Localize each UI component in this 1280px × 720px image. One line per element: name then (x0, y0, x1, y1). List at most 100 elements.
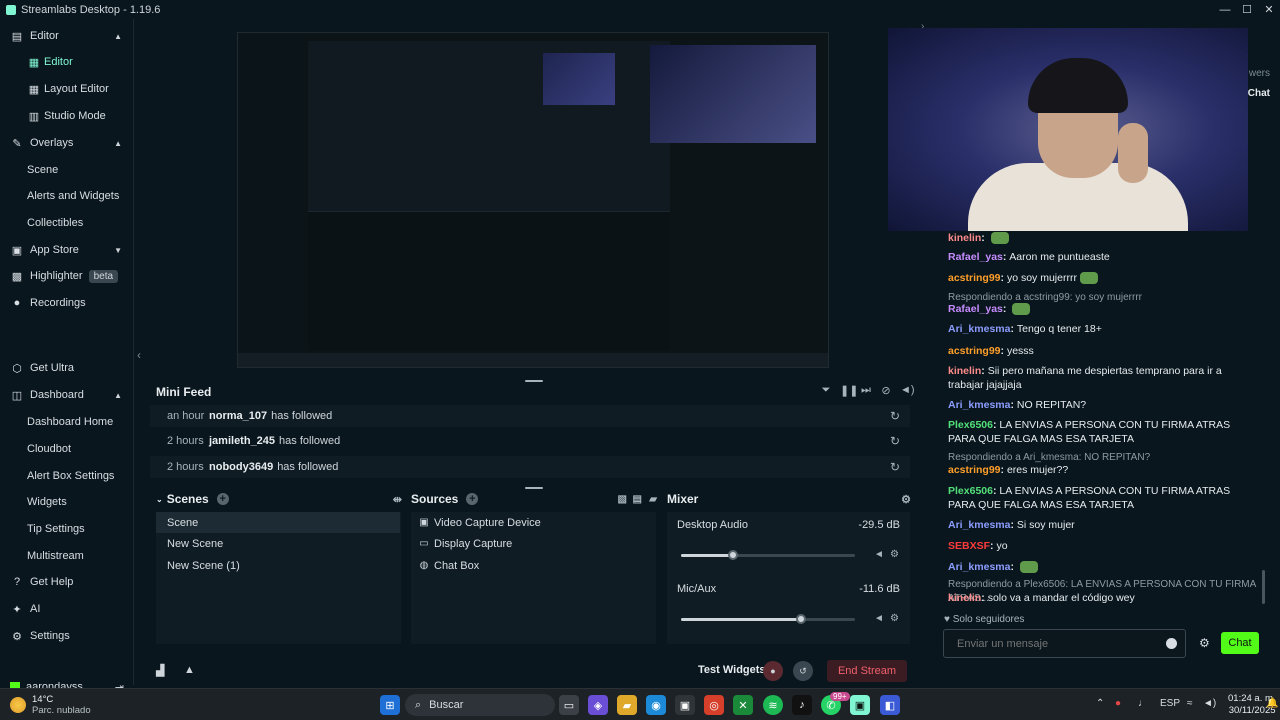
tiktok-icon[interactable]: ♪ (792, 695, 812, 715)
task-view-icon[interactable]: ▭ (559, 695, 579, 715)
resize-handle[interactable] (525, 487, 543, 489)
nav-dashboard-home[interactable]: Dashboard Home (0, 410, 134, 434)
microphone-icon[interactable]: ♩ (1138, 698, 1148, 709)
scene-item[interactable]: Scene (156, 512, 400, 533)
nav-recordings[interactable]: ● Recordings (0, 291, 134, 315)
nav-collectibles[interactable]: Collectibles (0, 211, 134, 235)
volume-icon[interactable]: ◄) (1203, 698, 1216, 709)
nav-alerts-widgets[interactable]: Alerts and Widgets (0, 184, 134, 208)
streamlabs-taskbar-icon[interactable]: ▣ (850, 695, 870, 715)
chrome-icon[interactable]: ◎ (704, 695, 724, 715)
minimize-icon[interactable]: — (1214, 0, 1236, 19)
chat-username[interactable]: kinelin (948, 232, 981, 244)
stream-preview-canvas[interactable] (237, 32, 829, 368)
alerts-icon[interactable]: ▲ (184, 664, 195, 676)
pause-icon[interactable]: ❚❚ (840, 384, 858, 397)
chat-username[interactable]: Ari_kmesma (948, 323, 1010, 335)
speaker-icon[interactable]: ◄ (874, 613, 884, 624)
mixer-volume-slider[interactable] (681, 550, 855, 560)
chat-username[interactable]: SEBXSF (948, 540, 990, 552)
nav-get-help[interactable]: ? Get Help (0, 570, 134, 594)
nav-tip-settings[interactable]: Tip Settings (0, 517, 134, 541)
maximize-icon[interactable]: ☐ (1236, 0, 1258, 19)
nav-widgets[interactable]: Widgets (0, 490, 134, 514)
nav-cloudbot[interactable]: Cloudbot (0, 437, 134, 461)
collapse-left-icon[interactable]: ‹ (137, 348, 141, 362)
channel-gear-icon[interactable]: ⚙ (890, 549, 899, 560)
replay-icon[interactable]: ↻ (890, 460, 900, 474)
speaker-icon[interactable]: ◄ (874, 549, 884, 560)
chat-username[interactable]: acstring99 (948, 272, 1001, 284)
folder-icon[interactable]: ▰ (649, 494, 657, 505)
nav-scene[interactable]: Scene (0, 158, 134, 182)
chat-scrollbar[interactable] (1262, 570, 1265, 604)
replay-icon[interactable]: ↻ (890, 434, 900, 448)
mixer-gear-icon[interactable]: ⚙ (901, 493, 911, 506)
nav-app-store[interactable]: ▣ App Store ▼ (0, 238, 134, 262)
close-icon[interactable]: ✕ (1258, 0, 1280, 19)
nav-overlays-section[interactable]: ✎ Overlays ▲ (0, 131, 134, 155)
source-filter-icon[interactable]: ▧ (618, 494, 627, 505)
tray-chevron-up-icon[interactable]: ⌃ (1096, 698, 1104, 709)
scene-item[interactable]: New Scene (1) (156, 555, 400, 576)
wifi-icon[interactable]: ≈ (1187, 698, 1193, 709)
tray-app-icon[interactable]: ● (1115, 698, 1121, 709)
mixer-volume-knob[interactable] (728, 550, 738, 560)
chat-username[interactable]: acstring99 (948, 464, 1001, 476)
test-widgets-label[interactable]: Test Widgets (698, 664, 766, 676)
chat-username[interactable]: Ari_kmesma (948, 399, 1010, 411)
file-explorer-icon[interactable]: ▰ (617, 695, 637, 715)
end-stream-button[interactable]: End Stream (827, 660, 907, 682)
chat-username[interactable]: acstring99 (948, 345, 1001, 357)
nav-layout-editor[interactable]: ▦ Layout Editor (0, 77, 134, 101)
replay-icon[interactable]: ↻ (890, 409, 900, 423)
chat-username[interactable]: kinelin (948, 365, 981, 377)
add-source-icon[interactable]: + (466, 493, 479, 505)
store-app-icon[interactable]: ▣ (675, 695, 695, 715)
nav-settings[interactable]: ⚙ Settings (0, 624, 134, 648)
source-group-icon[interactable]: ▤ (633, 494, 642, 505)
chat-username[interactable]: Ari_kmesma (948, 519, 1010, 531)
nav-dashboard-section[interactable]: ◫ Dashboard ▲ (0, 383, 134, 407)
nav-ai[interactable]: ✦ AI (0, 597, 134, 621)
filter-icon[interactable]: ⏷ (820, 384, 832, 397)
nav-editor-section[interactable]: ▤ Editor ▲ (0, 24, 134, 48)
language-indicator[interactable]: ESP (1160, 698, 1180, 709)
copilot-icon[interactable]: ◈ (588, 695, 608, 715)
nav-highlighter[interactable]: ▩ Highlighter beta (0, 264, 134, 288)
mixer-volume-slider[interactable] (681, 614, 855, 624)
mixer-volume-knob[interactable] (796, 614, 806, 624)
edge-browser-icon[interactable]: ◉ (646, 695, 666, 715)
performance-stats-icon[interactable]: ▟ (156, 664, 164, 677)
taskbar-search[interactable]: ⌕ Buscar (405, 694, 555, 716)
channel-gear-icon[interactable]: ⚙ (890, 613, 899, 624)
skip-icon[interactable]: ⏭ (860, 384, 872, 397)
xbox-icon[interactable]: ✕ (733, 695, 753, 715)
source-item[interactable]: ▣ Video Capture Device (411, 512, 655, 533)
spotify-icon[interactable]: ≋ (763, 695, 783, 715)
chat-username[interactable]: Ari_kmesma (948, 561, 1010, 573)
chat-username[interactable]: kinelin (948, 592, 981, 604)
scene-transitions-icon[interactable]: ⇹ (393, 493, 402, 506)
weather-widget[interactable]: 14°C Parc. nublado (10, 694, 91, 716)
app-taskbar-icon[interactable]: ◧ (880, 695, 900, 715)
record-button[interactable]: ● (763, 661, 783, 681)
volume-icon[interactable]: ◄) (900, 384, 915, 397)
chat-username[interactable]: Plex6506 (948, 485, 993, 497)
source-item[interactable]: ▭ Display Capture (411, 533, 655, 554)
notifications-bell-icon[interactable]: 🔔 (1266, 698, 1278, 709)
chat-username[interactable]: Rafael_yas (948, 303, 1003, 315)
chat-send-button[interactable]: Chat (1221, 632, 1259, 654)
chat-message-input[interactable] (943, 629, 1186, 658)
chevron-down-icon[interactable]: ⌄ (156, 495, 163, 504)
replay-buffer-icon[interactable]: ↺ (793, 661, 813, 681)
windows-start-icon[interactable]: ⊞ (380, 695, 400, 715)
nav-alert-box-settings[interactable]: Alert Box Settings (0, 464, 134, 488)
nav-editor[interactable]: ▦ Editor (0, 50, 134, 74)
source-item[interactable]: ◍ Chat Box (411, 555, 655, 576)
nav-multistream[interactable]: Multistream (0, 544, 134, 568)
scene-item[interactable]: New Scene (156, 533, 400, 554)
chat-username[interactable]: Plex6506 (948, 419, 993, 431)
nav-get-ultra[interactable]: ⬡ Get Ultra (0, 356, 134, 380)
emoji-icon[interactable] (1166, 638, 1177, 649)
